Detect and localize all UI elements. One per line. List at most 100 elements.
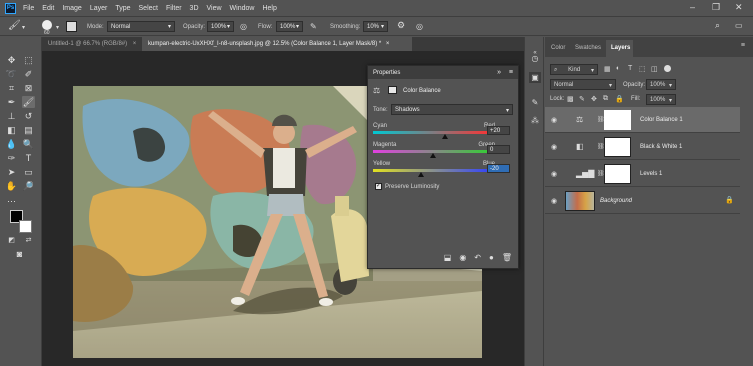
- menu-edit[interactable]: Edit: [42, 5, 54, 12]
- menu-image[interactable]: Image: [62, 5, 81, 12]
- layer-name[interactable]: Color Balance 1: [640, 117, 683, 123]
- layer-row-black-white[interactable]: ◉ ◧ ⛓ Black & White 1: [545, 134, 740, 160]
- background-thumbnail[interactable]: [565, 191, 595, 211]
- shape-filter-icon[interactable]: ⬚: [639, 65, 646, 73]
- stamp-tool-icon[interactable]: ⊥: [5, 110, 18, 122]
- preserve-luminosity-checkbox[interactable]: ✓: [375, 183, 382, 190]
- tab-kumpan-electric[interactable]: kumpan-electric-UxXHXf_I-n8-unsplash.jpg…: [142, 37, 412, 51]
- mode-select[interactable]: Normal ▾: [107, 21, 175, 32]
- marquee-tool-icon[interactable]: ⬚: [22, 54, 35, 66]
- crop-tool-icon[interactable]: ⌗: [5, 82, 18, 94]
- panel-menu-icon[interactable]: ≡: [741, 42, 745, 49]
- pen-tool-icon[interactable]: ✑: [5, 152, 18, 164]
- eye-icon[interactable]: ◉: [551, 170, 557, 178]
- opacity-input[interactable]: 100% ▾: [207, 21, 234, 32]
- view-previous-icon[interactable]: ◉: [459, 253, 466, 269]
- layer-row-background[interactable]: ◉ Background 🔒: [545, 188, 740, 214]
- eye-icon[interactable]: ◉: [551, 197, 557, 205]
- quick-select-tool-icon[interactable]: ✐: [22, 68, 35, 80]
- panel-menu-icon[interactable]: ≡: [509, 69, 513, 76]
- quick-mask-icon[interactable]: ◙: [13, 248, 26, 260]
- menu-layer[interactable]: Layer: [90, 5, 108, 12]
- layer-mask-thumbnail[interactable]: [604, 137, 631, 157]
- slider-value-input[interactable]: -20: [487, 164, 510, 173]
- brush-preset-icon[interactable]: [42, 20, 52, 30]
- slider-value-input[interactable]: +20: [487, 126, 510, 135]
- move-tool-icon[interactable]: ✥: [5, 54, 18, 66]
- menu-type[interactable]: Type: [115, 5, 130, 12]
- slider-thumb[interactable]: [442, 134, 448, 139]
- path-select-icon[interactable]: ➤: [5, 166, 18, 178]
- close-window-button[interactable]: ✕: [735, 2, 743, 13]
- menu-view[interactable]: View: [207, 5, 222, 12]
- properties-dock-icon[interactable]: ▣: [529, 72, 541, 83]
- zoom-tool-icon[interactable]: 🔎: [22, 180, 35, 192]
- background-color-swatch[interactable]: [19, 220, 32, 233]
- layer-mask-thumbnail[interactable]: [604, 164, 631, 184]
- color-slider-track[interactable]: [373, 131, 493, 134]
- brush-tool-icon[interactable]: 🖌: [8, 20, 21, 31]
- slider-value-input[interactable]: 0: [487, 145, 510, 154]
- trash-icon[interactable]: 🗑: [502, 253, 512, 269]
- layer-row-levels[interactable]: ◉ ▂▅▇ ⛓ Levels 1: [545, 161, 740, 187]
- lock-position-icon[interactable]: ✥: [591, 95, 597, 103]
- tab-color[interactable]: Color: [551, 45, 565, 51]
- smoothing-input[interactable]: 10% ▾: [363, 21, 388, 32]
- rectangle-tool-icon[interactable]: ▭: [22, 166, 35, 178]
- menu-filter[interactable]: Filter: [166, 5, 182, 12]
- default-colors-icon[interactable]: ◩: [5, 234, 18, 246]
- layer-mask-thumbnail[interactable]: [604, 110, 631, 130]
- layer-opacity-input[interactable]: 100% ▾: [646, 79, 676, 90]
- tab-layers[interactable]: Layers: [611, 45, 630, 51]
- eyedropper-tool-icon[interactable]: ✒: [5, 96, 18, 108]
- gradient-tool-icon[interactable]: ▤: [22, 124, 35, 136]
- tab-untitled-1[interactable]: Untitled-1 @ 66.7% (RGB/8#) ×: [42, 37, 140, 51]
- blur-tool-icon[interactable]: 💧: [5, 138, 18, 150]
- collapse-icon[interactable]: »: [497, 69, 501, 76]
- close-icon[interactable]: ×: [133, 41, 137, 47]
- pressure-size-icon[interactable]: ◎: [416, 22, 423, 31]
- airbrush-icon[interactable]: ✎: [310, 22, 317, 31]
- menu-window[interactable]: Window: [230, 5, 255, 12]
- layer-name[interactable]: Black & White 1: [640, 144, 682, 150]
- pressure-opacity-icon[interactable]: ◎: [240, 22, 247, 31]
- menu-3d[interactable]: 3D: [190, 5, 199, 12]
- hand-tool-icon[interactable]: ✋: [5, 180, 18, 192]
- adjustment-filter-icon[interactable]: ◐: [616, 65, 620, 72]
- lock-image-icon[interactable]: ✎: [579, 95, 585, 103]
- close-icon[interactable]: ×: [386, 41, 390, 47]
- lasso-tool-icon[interactable]: ➰: [5, 68, 18, 80]
- layer-kind-filter[interactable]: ⌕ Kind ▾: [550, 64, 598, 75]
- tab-swatches[interactable]: Swatches: [575, 45, 601, 51]
- history-brush-icon[interactable]: ↺: [22, 110, 35, 122]
- menu-file[interactable]: File: [23, 5, 34, 12]
- chevron-down-icon[interactable]: ▾: [22, 24, 25, 31]
- slider-thumb[interactable]: [430, 153, 436, 158]
- brush-panel-toggle-icon[interactable]: [66, 21, 77, 32]
- layer-row-color-balance[interactable]: ◉ ⚖ ⛓ Color Balance 1: [545, 107, 740, 133]
- menu-help[interactable]: Help: [262, 5, 276, 12]
- clip-to-layer-icon[interactable]: ⬓: [444, 253, 452, 269]
- more-tools-icon[interactable]: ⋯: [5, 195, 18, 207]
- mask-icon[interactable]: [388, 86, 397, 94]
- eraser-tool-icon[interactable]: ◧: [5, 124, 18, 136]
- eye-icon[interactable]: ◉: [551, 116, 557, 124]
- lock-transparent-icon[interactable]: ▩: [567, 95, 574, 103]
- reset-icon[interactable]: ↶: [474, 253, 481, 269]
- brush-settings-icon[interactable]: ✎: [529, 97, 541, 108]
- gear-icon[interactable]: ⚙: [397, 20, 405, 31]
- lock-all-icon[interactable]: 🔒: [615, 95, 624, 103]
- fill-input[interactable]: 100% ▾: [646, 94, 676, 105]
- layer-name[interactable]: Levels 1: [640, 171, 662, 177]
- brush-tool-icon[interactable]: 🖌: [22, 96, 35, 108]
- history-icon[interactable]: ◷: [529, 53, 541, 64]
- workspace-icon[interactable]: ▭: [735, 21, 743, 30]
- dodge-tool-icon[interactable]: 🔍: [22, 138, 35, 150]
- search-icon[interactable]: ⌕: [715, 20, 720, 31]
- maximize-button[interactable]: ❐: [712, 2, 720, 13]
- brushes-icon[interactable]: ⁂: [529, 115, 541, 126]
- swap-colors-icon[interactable]: ⇄: [22, 234, 35, 246]
- chevron-down-icon[interactable]: ▾: [56, 24, 59, 31]
- menu-select[interactable]: Select: [139, 5, 158, 12]
- tone-select[interactable]: Shadows ▾: [391, 104, 513, 115]
